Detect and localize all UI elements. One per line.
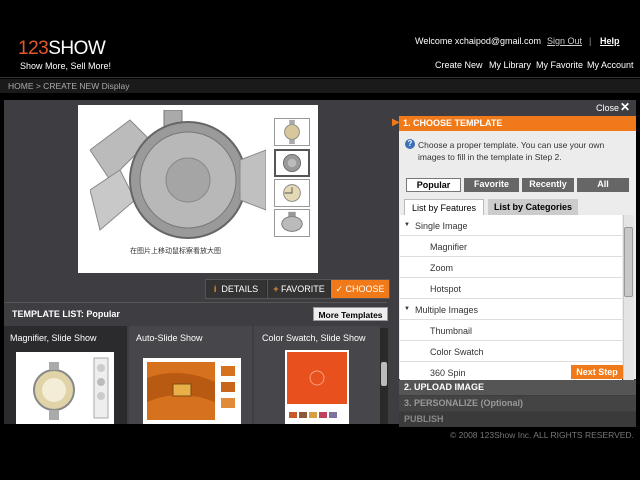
info-icon: ? [405, 139, 415, 149]
list-item-label: 360 Spin [430, 368, 466, 378]
list-item-thumbnail[interactable]: Thumbnail [400, 320, 622, 341]
info-text: Choose a proper template. You can use yo… [418, 140, 605, 162]
favorite-button[interactable]: + FAVORITE [267, 280, 330, 298]
tagline: Show More, Sell More! [20, 61, 112, 71]
list-item-zoom[interactable]: Zoom [400, 257, 622, 278]
thumbnail-3[interactable] [274, 179, 310, 207]
step1-label: 1. CHOOSE TEMPLATE [403, 118, 503, 128]
list-item-label: Color Swatch [430, 347, 484, 357]
step3-header[interactable]: 3. PERSONALIZE (Optional) [399, 396, 636, 411]
tab-popular[interactable]: Popular [406, 178, 461, 192]
favorite-label: FAVORITE [280, 284, 325, 294]
details-button[interactable]: i DETAILS [206, 280, 266, 298]
chevron-down-icon: ▼ [404, 222, 410, 228]
nav-create-new[interactable]: Create New [435, 60, 483, 70]
list-item-multiple-images[interactable]: Multiple Images [400, 299, 622, 320]
list-item-label: Hotspot [430, 284, 462, 294]
list-item-magnifier[interactable]: Magnifier [400, 236, 622, 257]
template-item-label: Color Swatch, Slide Show [262, 333, 366, 343]
thumbnail-4[interactable] [274, 209, 310, 237]
template-item-label: Magnifier, Slide Show [10, 333, 97, 343]
template-list-title: TEMPLATE LIST: Popular [12, 309, 120, 319]
thumbnail-1[interactable] [274, 118, 310, 146]
welcome-text: Welcome xchaipod@gmail.com [415, 36, 542, 46]
header-divider [0, 77, 640, 78]
tab-favorite[interactable]: Favorite [464, 178, 519, 192]
step4-header[interactable]: PUBLISH [399, 412, 636, 427]
template-thumb-auto-slide [143, 358, 241, 424]
choose-label: CHOOSE [345, 284, 385, 294]
nav-my-library[interactable]: My Library [489, 60, 531, 70]
list-item-color-swatch[interactable]: Color Swatch [400, 341, 622, 362]
next-step-button[interactable]: Next Step [571, 365, 623, 379]
nav-my-favorite[interactable]: My Favorite [536, 60, 583, 70]
sign-out-link[interactable]: Sign Out [547, 36, 582, 46]
header-separator: | [589, 36, 592, 46]
tab-list-by-features[interactable]: List by Features [404, 199, 484, 215]
tab-all[interactable]: All [577, 178, 629, 192]
footer-copyright: © 2008 123Show Inc. ALL RIGHTS RESERVED. [450, 430, 634, 440]
info-icon: i [213, 284, 217, 294]
nav-my-account[interactable]: My Account [587, 60, 634, 70]
check-icon: ✓ [335, 284, 343, 294]
list-item-label: Thumbnail [430, 326, 473, 336]
chevron-down-icon: ▼ [404, 306, 410, 312]
logo[interactable]: 123SHOW [18, 38, 106, 60]
tab-recently[interactable]: Recently [522, 178, 574, 192]
step2-header[interactable]: 2. UPLOAD IMAGE [399, 380, 636, 395]
breadcrumb: HOME > CREATE NEW Display [8, 81, 130, 91]
details-label: DETAILS [221, 284, 259, 294]
close-icon[interactable]: ✕ [620, 100, 630, 114]
list-item-hotspot[interactable]: Hotspot [400, 278, 622, 299]
logo-text: SHOW [48, 38, 106, 59]
template-list-scroll-thumb[interactable] [381, 362, 387, 386]
list-item-label: Magnifier [430, 242, 468, 252]
feature-list-scroll-thumb[interactable] [624, 227, 633, 297]
more-templates-button[interactable]: More Templates [313, 307, 388, 321]
list-item-label: Zoom [430, 263, 454, 273]
template-item-label: Auto-Slide Show [136, 333, 203, 343]
template-list-divider [4, 302, 387, 303]
plus-icon: + [273, 284, 279, 294]
thumbnail-2[interactable] [274, 149, 310, 177]
help-link[interactable]: Help [600, 36, 620, 46]
watch-back-image[interactable] [90, 110, 266, 242]
template-thumb-magnifier [16, 352, 114, 424]
logo-number: 123 [18, 38, 49, 59]
choose-button[interactable]: ✓ CHOOSE [331, 280, 389, 298]
list-item-single-image[interactable]: Single Image [400, 215, 622, 236]
tab-list-by-categories[interactable]: List by Categories [488, 199, 578, 215]
close-label[interactable]: Close [596, 103, 619, 113]
list-item-label: Multiple Images [415, 305, 479, 315]
list-item-label: Single Image [415, 221, 468, 231]
preview-caption: 在图片上移动鼠标察看放大图 [130, 248, 221, 255]
template-thumb-color-swatch [285, 350, 349, 424]
